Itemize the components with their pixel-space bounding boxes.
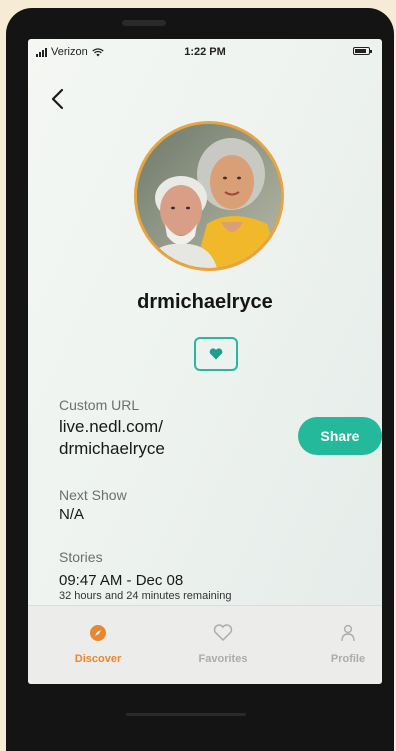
person-icon (341, 624, 355, 642)
back-button[interactable] (46, 85, 70, 113)
next-show-value: N/A (59, 506, 85, 523)
stories-label: Stories (59, 549, 103, 565)
next-show-label: Next Show (59, 487, 127, 503)
home-indicator (126, 713, 246, 716)
heart-icon (209, 348, 223, 360)
heart-outline-icon (213, 624, 233, 642)
tab-discover[interactable]: Discover (48, 624, 148, 665)
tab-bar: Discover Favorites Profile (28, 605, 382, 684)
profile-avatar (134, 121, 284, 271)
custom-url-line2: drmichaelryce (59, 439, 165, 458)
story-date[interactable]: 09:47 AM - Dec 08 (59, 572, 183, 589)
story-remaining: 32 hours and 24 minutes remaining (59, 590, 232, 602)
avatar-photo (137, 124, 281, 268)
profile-username: drmichaelryce (137, 291, 273, 313)
custom-url-label: Custom URL (59, 397, 140, 413)
custom-url-line1: live.nedl.com/ (59, 417, 163, 436)
custom-url-value[interactable]: live.nedl.com/ drmichaelryce (59, 416, 229, 460)
camera-notch (122, 20, 166, 26)
tab-profile[interactable]: Profile (298, 624, 382, 665)
tab-discover-label: Discover (74, 653, 122, 665)
status-time: 1:22 PM (184, 46, 226, 58)
share-button[interactable]: Share (298, 417, 382, 455)
tab-favorites-label: Favorites (198, 653, 248, 665)
chevron-left-icon (51, 88, 64, 110)
app-screen: Verizon 1:22 PM drmichaelryce Custom URL… (28, 39, 382, 684)
battery-icon (353, 47, 372, 55)
status-bar: Verizon 1:22 PM (28, 39, 382, 63)
tab-favorites[interactable]: Favorites (173, 624, 273, 665)
favorite-button[interactable] (194, 337, 238, 371)
phone-frame: Verizon 1:22 PM drmichaelryce Custom URL… (6, 8, 394, 751)
compass-icon (90, 625, 106, 641)
tab-profile-label: Profile (330, 653, 366, 665)
